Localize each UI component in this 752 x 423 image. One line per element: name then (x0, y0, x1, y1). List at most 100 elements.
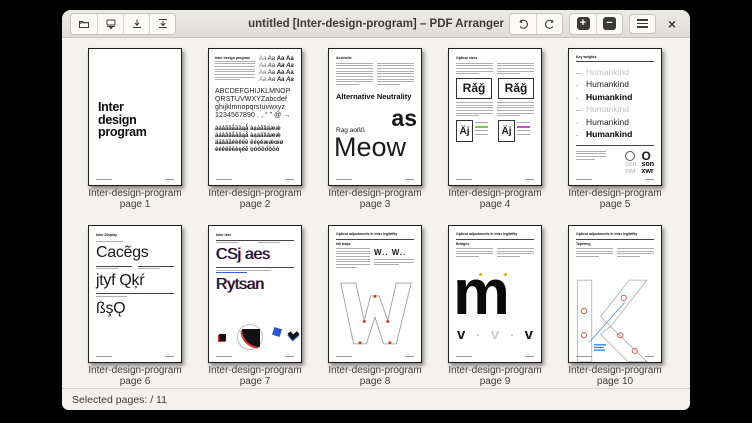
toolbar-right: + − × (509, 13, 682, 35)
titlebar: untitled [Inter-design-program] – PDF Ar… (62, 10, 690, 38)
page-footer (216, 179, 294, 180)
page-cell-1: Inter design program Inter-design-progra… (88, 48, 182, 211)
page-thumbnail-8[interactable]: Optical adjustments in Inter legibility … (328, 225, 422, 363)
page-cell-2: Inter design program Aa Aa Aa Aa Aa Aa A… (208, 48, 302, 211)
page3-headline: Alternative Neutrality (329, 87, 421, 101)
screen: untitled [Inter-design-program] – PDF Ar… (0, 0, 752, 423)
page-cell-8: Optical adjustments in Inter legibility … (328, 225, 422, 388)
page3-big-meow: Meow (334, 133, 406, 161)
page6-specimen-2: jtyf Qķŕ (89, 271, 181, 290)
import-button[interactable] (123, 14, 149, 34)
round-shapes-specimen: sonxwr O sonxwr (569, 148, 661, 175)
text-placeholder (138, 268, 174, 269)
page-cell-10: Optical adjustments in Inter legibility … (568, 225, 662, 388)
page7-specimen-1: CSj aes (209, 245, 301, 264)
hamburger-menu-icon (637, 19, 648, 28)
selected-pages-status: Selected pages: / 11 (72, 394, 167, 406)
text-placeholder (258, 242, 294, 245)
text-placeholder (377, 63, 414, 87)
zoom-out-icon: − (603, 17, 616, 30)
text-placeholder (96, 241, 140, 242)
close-button[interactable]: × (662, 16, 682, 32)
zoom-out-button[interactable]: − (596, 14, 622, 34)
page3-big-as: as (391, 107, 417, 129)
open-button[interactable] (71, 14, 97, 34)
page7-specimen-2: Rytsan (209, 275, 301, 294)
page-footer (96, 179, 174, 180)
page-caption: Inter-design-programpage 4 (448, 189, 542, 210)
text-placeholder (497, 102, 534, 118)
page-cell-4: Optical sizes Rǎǧ Rǎǧ Äj (448, 48, 542, 211)
page6-specimen-1: Cacẽgs (89, 243, 181, 262)
save-button[interactable] (97, 14, 123, 34)
annotation-magenta (517, 120, 534, 142)
text-placeholder (336, 63, 373, 87)
page6-heading: Inter Display (96, 233, 174, 238)
page2-heading: Inter design program (215, 56, 255, 61)
page-thumbnail-1[interactable]: Inter design program (88, 48, 182, 186)
export-button[interactable] (149, 14, 175, 34)
weight-specimen: – -Humankind -Humankind -Humankind – -Hu… (569, 64, 661, 142)
text-placeholder (497, 248, 534, 259)
glyph-detail-shapes (215, 322, 297, 352)
page-thumbnail-2[interactable]: Inter design program Aa Aa Aa Aa Aa Aa A… (208, 48, 302, 186)
page7-heading: Inter text (216, 233, 294, 238)
text-placeholder (456, 63, 493, 76)
w-glyph-diagram (333, 282, 419, 346)
save-icon (105, 18, 117, 30)
text-placeholder (617, 248, 654, 259)
m-glyph-diagram: m (453, 270, 508, 324)
history-button-group (509, 13, 563, 35)
page-caption: Inter-design-programpage 6 (88, 366, 182, 387)
page5-heading: Key weights (576, 55, 654, 60)
page-caption: Inter-design-programpage 1 (88, 189, 182, 210)
zoom-in-button[interactable]: + (570, 14, 596, 34)
page-thumbnail-4[interactable]: Optical sizes Rǎǧ Rǎǧ Äj (448, 48, 542, 186)
page-grid: Inter design program Inter-design-progra… (62, 38, 690, 388)
page-caption: Inter-design-programpage 7 (208, 366, 302, 387)
page-thumbnail-6[interactable]: Inter Display Cacẽgs jtyf Qķŕ ßşǪ (88, 225, 182, 363)
statusbar: Selected pages: / 11 (62, 388, 690, 410)
page-thumbnail-9[interactable]: Optical adjustments in Inter legibility … (448, 225, 542, 363)
page-thumbnail-7[interactable]: Inter text CSj aes Rytsan (208, 225, 302, 363)
page-caption: Inter-design-programpage 10 (568, 366, 662, 387)
page-caption: Inter-design-programpage 5 (568, 189, 662, 210)
small-size-samples: Äj Äj (449, 118, 541, 142)
folder-open-icon (78, 18, 90, 30)
pdf-arranger-window: untitled [Inter-design-program] – PDF Ar… (62, 10, 690, 410)
zoom-button-group: + − (569, 13, 623, 35)
v-shape-comparison: v v v (457, 328, 533, 342)
undo-button[interactable] (510, 14, 536, 34)
import-icon (131, 18, 143, 30)
text-placeholder (96, 268, 132, 269)
page-cell-7: Inter text CSj aes Rytsan (208, 225, 302, 388)
page-cell-9: Optical adjustments in Inter legibility … (448, 225, 542, 388)
page-footer (96, 356, 174, 357)
text-placeholder (216, 242, 252, 245)
text-placeholder (576, 151, 606, 175)
zoom-in-icon: + (577, 17, 590, 30)
text-placeholder (374, 259, 414, 265)
page-footer (336, 356, 414, 357)
accents-specimen: àáâãäåāăąǻ ȧạảấầẩæǽ àáâãäåāăąǻ ȧạảấầẩæǽ … (209, 120, 301, 154)
page-caption: Inter-design-programpage 9 (448, 366, 542, 387)
page-caption: Inter-design-programpage 8 (328, 366, 422, 387)
redo-button[interactable] (536, 14, 562, 34)
circle-outline (625, 151, 635, 161)
file-button-group (70, 13, 176, 35)
page-caption: Inter-design-programpage 3 (328, 189, 422, 210)
redo-icon (544, 18, 556, 30)
page-thumbnail-5[interactable]: Key weights – -Humankind -Humankind -Hum… (568, 48, 662, 186)
toolbar-left (70, 13, 176, 35)
optical-size-samples: Rǎǧ Rǎǧ (449, 76, 541, 99)
page-thumbnail-10[interactable]: Optical adjustments in Inter legibility … (568, 225, 662, 363)
page-footer (456, 179, 534, 180)
page8-w-samples: W.. W.. (374, 248, 414, 257)
page-cell-5: Key weights – -Humankind -Humankind -Hum… (568, 48, 662, 211)
page-cell-3: Aesthetic Alternative Neutrality Rag aoß… (328, 48, 422, 211)
page-footer (576, 356, 654, 357)
text-placeholder (216, 270, 294, 274)
main-menu-button[interactable] (629, 14, 656, 34)
page-thumbnail-3[interactable]: Aesthetic Alternative Neutrality Rag aoß… (328, 48, 422, 186)
text-placeholder (215, 61, 255, 81)
